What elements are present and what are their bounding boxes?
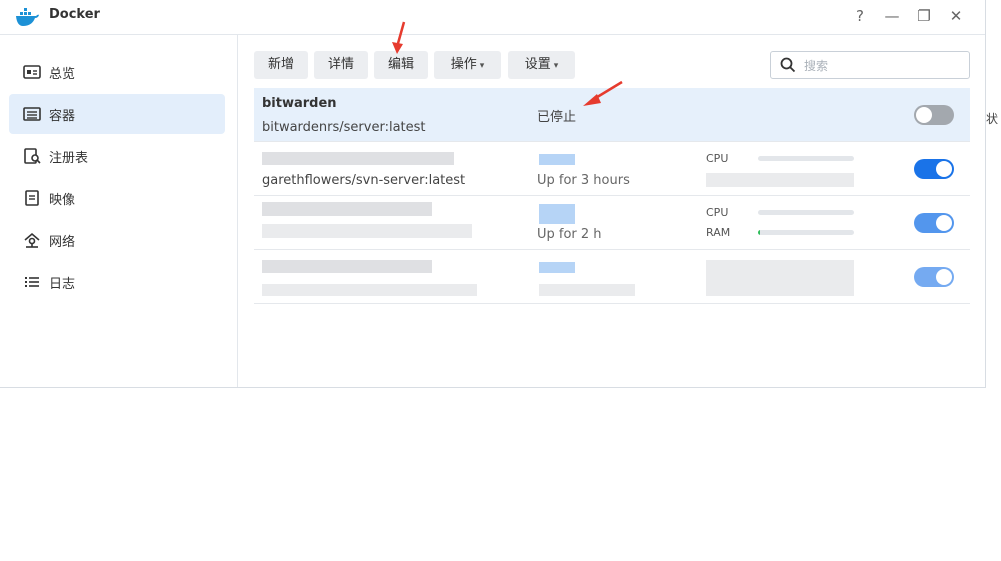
- sidebar-item-label: 日志: [49, 277, 76, 292]
- sidebar-item-label: 注册表: [49, 151, 89, 166]
- registry-icon: [24, 148, 41, 164]
- sidebar-item-label: 总览: [49, 67, 76, 82]
- search-input[interactable]: 搜索: [770, 51, 970, 79]
- settings-dropdown[interactable]: 设置 ▾: [508, 51, 575, 79]
- container-image: bitwardenrs/server:latest: [262, 120, 426, 135]
- action-dropdown[interactable]: 操作 ▾: [434, 51, 501, 79]
- container-status: 已停止: [537, 110, 577, 125]
- ram-label: RAM: [706, 226, 731, 239]
- toggle-knob: [936, 161, 952, 177]
- sidebar-item-label: 容器: [49, 109, 76, 124]
- search-icon: [780, 57, 796, 73]
- redacted-name: [262, 202, 432, 216]
- container-name: bitwarden: [262, 96, 337, 111]
- close-button[interactable]: ✕: [945, 6, 967, 26]
- redacted-uptime: [539, 284, 635, 296]
- container-toggle[interactable]: [914, 213, 954, 233]
- sidebar-item-image[interactable]: 映像: [9, 178, 225, 218]
- ram-bar: [758, 230, 854, 235]
- log-icon: [25, 277, 39, 287]
- ram-bar-fill: [758, 230, 760, 235]
- redacted-status: [539, 262, 575, 273]
- sidebar-item-network[interactable]: 网络: [9, 220, 225, 260]
- container-row-bitwarden[interactable]: bitwarden bitwardenrs/server:latest 已停止: [254, 88, 970, 142]
- sidebar: 总览 容器 注册表 映像 网络 日志: [0, 35, 238, 387]
- new-button[interactable]: 新增: [254, 51, 308, 79]
- container-image: garethflowers/svn-server:latest: [262, 173, 466, 188]
- redacted-name: [262, 260, 432, 273]
- container-toggle[interactable]: [914, 267, 954, 287]
- container-row[interactable]: [254, 250, 970, 304]
- container-row[interactable]: Up for 2 h CPU RAM: [254, 196, 970, 250]
- settings-label: 设置: [524, 57, 551, 72]
- toggle-knob: [936, 215, 952, 231]
- details-button[interactable]: 详情: [314, 51, 368, 79]
- container-toggle[interactable]: [914, 159, 954, 179]
- overview-icon: [23, 65, 41, 79]
- sidebar-item-label: 映像: [49, 193, 76, 208]
- app-title: Docker: [49, 7, 100, 22]
- help-button[interactable]: ?: [849, 6, 871, 26]
- sidebar-item-container[interactable]: 容器: [9, 94, 225, 134]
- sidebar-item-overview[interactable]: 总览: [9, 52, 225, 92]
- background-window-text: 状: [986, 112, 999, 126]
- redacted-image: [262, 284, 477, 296]
- container-toggle[interactable]: [914, 105, 954, 125]
- cpu-label: CPU: [706, 152, 729, 165]
- container-uptime: Up for 3 hours: [537, 173, 630, 188]
- redacted-status: [539, 204, 575, 224]
- container-row[interactable]: garethflowers/svn-server:latest Up for 3…: [254, 142, 970, 196]
- sidebar-item-registry[interactable]: 注册表: [9, 136, 225, 176]
- container-uptime: Up for 2 h: [537, 227, 602, 242]
- action-label: 操作: [450, 57, 477, 72]
- minimize-button[interactable]: —: [881, 6, 903, 26]
- container-icon: [23, 107, 41, 121]
- search-placeholder: 搜索: [804, 59, 829, 73]
- cpu-label: CPU: [706, 206, 729, 219]
- network-icon: [24, 232, 40, 248]
- image-icon: [25, 190, 39, 206]
- sidebar-item-label: 网络: [49, 235, 76, 250]
- caret-down-icon: ▾: [553, 61, 559, 71]
- title-bar: Docker ? — ❐ ✕: [0, 0, 985, 35]
- cpu-bar: [758, 156, 854, 161]
- edit-button[interactable]: 编辑: [374, 51, 428, 79]
- redacted-metric: [706, 260, 854, 296]
- redacted-image: [262, 224, 472, 238]
- redacted-name: [262, 152, 454, 165]
- caret-down-icon: ▾: [479, 61, 485, 71]
- redacted-status: [539, 154, 575, 165]
- toggle-knob: [936, 269, 952, 285]
- toggle-knob: [916, 107, 932, 123]
- redacted-metric: [706, 173, 854, 187]
- docker-whale-icon: [16, 8, 39, 26]
- maximize-button[interactable]: ❐: [913, 6, 935, 26]
- cpu-bar: [758, 210, 854, 215]
- sidebar-item-log[interactable]: 日志: [9, 262, 225, 302]
- docker-window: Docker ? — ❐ ✕ 总览 容器 注册表 映像 网络 日志 新增 详情 …: [0, 0, 986, 388]
